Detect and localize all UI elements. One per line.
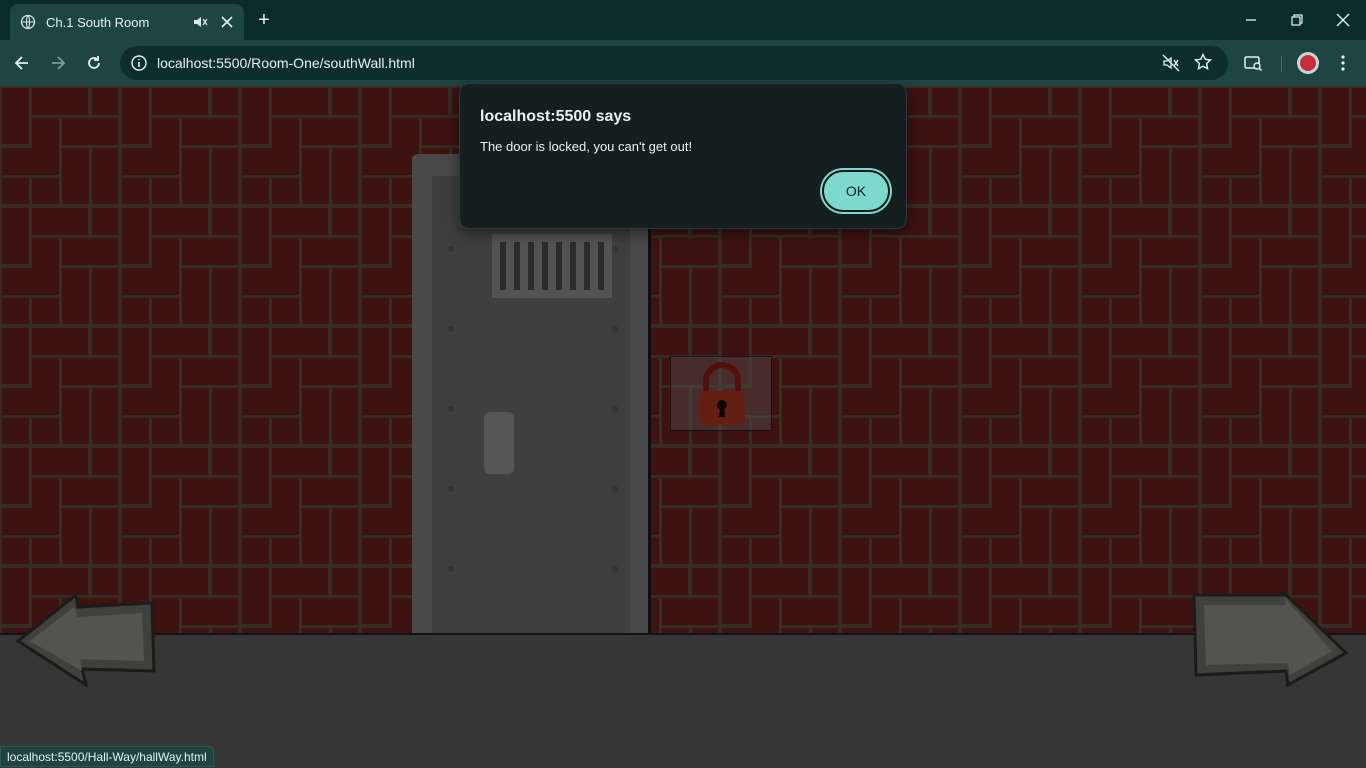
door-handle[interactable] bbox=[484, 412, 514, 474]
url-text: localhost:5500/Room-One/southWall.html bbox=[157, 55, 415, 71]
tab-south-room[interactable]: Ch.1 South Room bbox=[10, 4, 244, 40]
globe-icon bbox=[20, 14, 36, 30]
mute-icon[interactable] bbox=[192, 14, 208, 30]
right-arrow-icon[interactable] bbox=[1192, 591, 1348, 687]
tab-title: Ch.1 South Room bbox=[46, 14, 150, 30]
address-bar[interactable]: localhost:5500/Room-One/southWall.html bbox=[120, 46, 1228, 80]
left-arrow-icon[interactable] bbox=[16, 591, 156, 687]
dialog-message: The door is locked, you can't get out! bbox=[480, 139, 693, 154]
toolbar-divider bbox=[1281, 56, 1282, 72]
reading-mode-icon[interactable] bbox=[1243, 53, 1263, 73]
dialog-title: localhost:5500 says bbox=[480, 108, 632, 125]
door-vent bbox=[492, 234, 612, 298]
padlock-button[interactable] bbox=[670, 356, 772, 431]
restore-icon[interactable] bbox=[1287, 10, 1307, 30]
bookmark-star-icon[interactable] bbox=[1194, 53, 1212, 71]
site-info-icon[interactable] bbox=[130, 54, 148, 72]
forward-icon[interactable] bbox=[48, 53, 68, 73]
browser-toolbar: localhost:5500/Room-One/southWall.html bbox=[0, 40, 1366, 86]
minimize-icon[interactable] bbox=[1241, 10, 1261, 30]
back-icon[interactable] bbox=[12, 53, 32, 73]
close-tab-icon[interactable] bbox=[220, 15, 234, 29]
status-bar-url: localhost:5500/Hall-Way/hallWay.html bbox=[0, 746, 214, 767]
alert-dialog: localhost:5500 says The door is locked, … bbox=[459, 83, 907, 229]
ok-button[interactable]: OK bbox=[822, 170, 890, 212]
close-window-icon[interactable] bbox=[1333, 10, 1353, 30]
media-muted-icon[interactable] bbox=[1162, 54, 1180, 72]
reload-icon[interactable] bbox=[84, 53, 104, 73]
door-panel bbox=[432, 176, 630, 633]
tab-strip: Ch.1 South Room + bbox=[0, 0, 1366, 40]
profile-avatar[interactable] bbox=[1297, 52, 1319, 74]
new-tab-button[interactable]: + bbox=[254, 10, 274, 30]
padlock-icon bbox=[699, 362, 745, 425]
menu-icon[interactable] bbox=[1333, 53, 1353, 73]
